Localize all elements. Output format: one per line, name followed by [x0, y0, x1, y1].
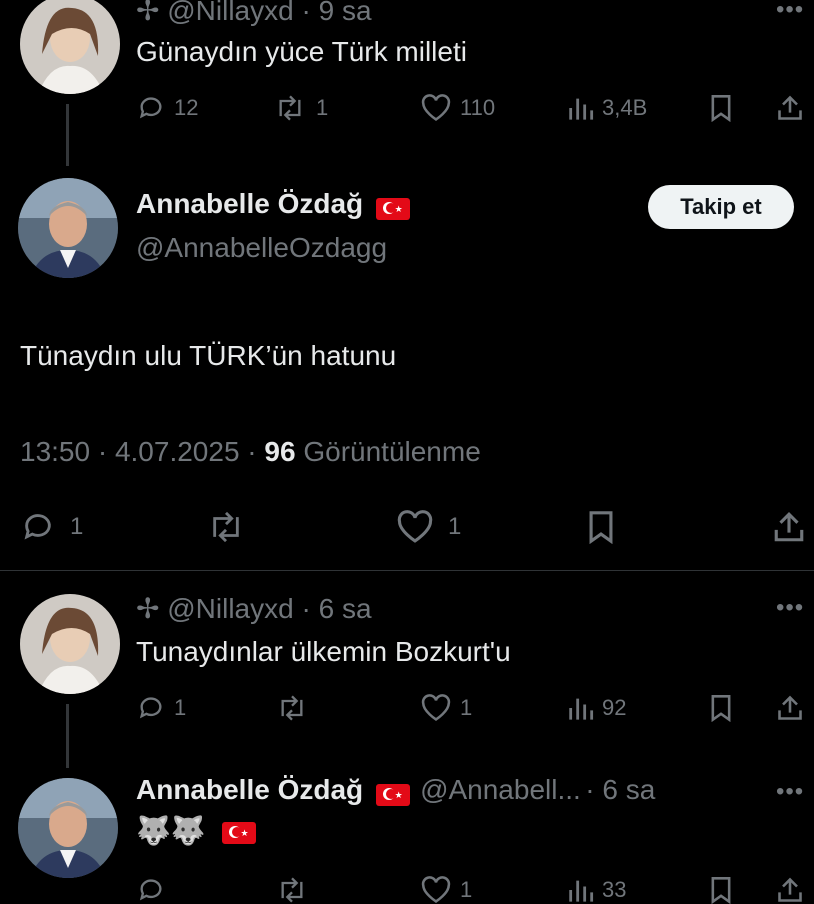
share-icon [774, 512, 804, 542]
handle-prefix-icon: ✢ [136, 593, 160, 624]
tweet3-views-count: 92 [602, 695, 627, 720]
bookmark-icon [589, 511, 613, 544]
bookmark-icon [711, 877, 731, 904]
tweet4-views-button[interactable]: 33 [566, 876, 626, 904]
tweet1-views-count: 3,4B [602, 95, 648, 120]
reply-icon [139, 697, 162, 719]
tweet4-like-button[interactable]: 1 [420, 876, 472, 904]
reply-icon [139, 97, 162, 119]
wolf-emoji: 🐺🐺 [136, 815, 206, 846]
thread-line [66, 104, 69, 166]
tweet4-reply-button[interactable] [136, 876, 166, 904]
tweet1-like-button[interactable]: 110 [420, 94, 495, 122]
thread-line [66, 704, 69, 768]
views-icon [569, 98, 594, 120]
bookmark-icon [711, 95, 731, 122]
tweet3-text: Tunaydınlar ülkemin Bozkurt'u [136, 636, 511, 667]
tweet1-retweet-button[interactable]: 1 [272, 94, 328, 122]
follow-button[interactable]: Takip et [648, 185, 794, 229]
main-meta: 13:50 · 4.07.2025 · 96 Görüntülenme [20, 436, 481, 468]
tweet1-bookmark-button[interactable] [708, 94, 734, 122]
share-icon [778, 695, 802, 720]
avatar-nillayxd[interactable] [20, 594, 120, 694]
views-icon [569, 880, 594, 902]
main-author-name[interactable]: Annabelle Özdağ [136, 188, 363, 219]
tweet1-retweet-count: 1 [316, 95, 329, 120]
tweet1-reply-count: 12 [174, 95, 199, 120]
more-icon[interactable]: ••• [776, 594, 804, 622]
share-icon [778, 95, 802, 120]
tweet1-header: ✢ @Nillayxd · 9 sa [136, 0, 372, 27]
more-icon[interactable]: ••• [776, 0, 804, 24]
tweet4-views-count: 33 [602, 877, 627, 902]
main-author-handle[interactable]: @AnnabelleOzdagg [136, 232, 387, 264]
main-retweet-button[interactable] [204, 510, 248, 544]
tweet4-like-count: 1 [460, 877, 473, 902]
tweet1-handle[interactable]: @Nillayxd [167, 0, 293, 26]
heart-icon [397, 510, 433, 543]
tweet3-reply-count: 1 [174, 695, 187, 720]
turkey-flag-icon: ★ [375, 783, 410, 806]
main-like-button[interactable]: 1 [396, 510, 461, 544]
main-timestamp[interactable]: 13:50 · 4.07.2025 · [20, 436, 257, 467]
views-icon [569, 698, 594, 720]
tweet3-views-button[interactable]: 92 [566, 694, 626, 722]
main-like-count: 1 [448, 513, 462, 540]
tweet3-like-button[interactable]: 1 [420, 694, 472, 722]
main-share-button[interactable] [772, 510, 806, 544]
tweet3-header: ✢ @Nillayxd · 6 sa [136, 592, 372, 625]
turkey-flag-icon: ★ [221, 821, 256, 844]
bookmark-icon [711, 695, 731, 722]
tweet4-handle[interactable]: @Annabell... [420, 774, 581, 805]
tweet1-time[interactable]: · 9 sa [301, 0, 371, 26]
retweet-icon [279, 95, 301, 121]
reply-icon [24, 514, 51, 540]
retweet-icon [281, 695, 303, 721]
tweet3-time[interactable]: · 6 sa [301, 593, 371, 624]
share-icon [778, 877, 802, 902]
heart-icon [421, 694, 451, 721]
tweet1-reply-button[interactable]: 12 [136, 94, 198, 122]
main-author[interactable]: Annabelle Özdağ ★ [136, 188, 410, 220]
tweet1-text: Günaydın yüce Türk milleti [136, 36, 467, 67]
main-tweet-text: Tünaydın ulu TÜRK’ün hatunu [20, 340, 397, 371]
heart-icon [421, 876, 451, 903]
tweet1-views-button[interactable]: 3,4B [566, 94, 647, 122]
reply-icon [139, 879, 162, 901]
tweet4-text: 🐺🐺 ★ [136, 814, 256, 847]
divider [0, 570, 814, 571]
tweet4-retweet-button[interactable] [274, 876, 310, 904]
tweet3-retweet-button[interactable] [274, 694, 310, 722]
main-reply-count: 1 [70, 513, 84, 540]
retweet-icon [213, 511, 239, 543]
handle-prefix-icon: ✢ [136, 0, 160, 26]
main-views-label: Görüntülenme [303, 436, 481, 467]
tweet4-header: Annabelle Özdağ ★ @Annabell... · 6 sa [136, 774, 655, 806]
tweet3-like-count: 1 [460, 695, 473, 720]
tweet1-share-button[interactable] [776, 94, 804, 122]
tweet3-bookmark-button[interactable] [708, 694, 734, 722]
tweet4-share-button[interactable] [776, 876, 804, 904]
main-reply-button[interactable]: 1 [20, 510, 83, 544]
turkey-flag-icon: ★ [375, 197, 410, 220]
avatar-annabelle[interactable] [18, 178, 118, 278]
avatar-annabelle[interactable] [18, 778, 118, 878]
avatar-nillayxd[interactable] [20, 0, 120, 94]
main-views-count: 96 [264, 436, 296, 467]
tweet3-reply-button[interactable]: 1 [136, 694, 186, 722]
more-icon[interactable]: ••• [776, 778, 804, 806]
tweet3-handle[interactable]: @Nillayxd [167, 593, 293, 624]
tweet3-share-button[interactable] [776, 694, 804, 722]
heart-icon [421, 94, 451, 121]
tweet4-time[interactable]: · 6 sa [585, 774, 655, 805]
tweet1-like-count: 110 [460, 95, 496, 120]
main-bookmark-button[interactable] [586, 510, 616, 544]
retweet-icon [281, 877, 303, 903]
tweet4-author-name[interactable]: Annabelle Özdağ [136, 774, 363, 805]
tweet4-bookmark-button[interactable] [708, 876, 734, 904]
